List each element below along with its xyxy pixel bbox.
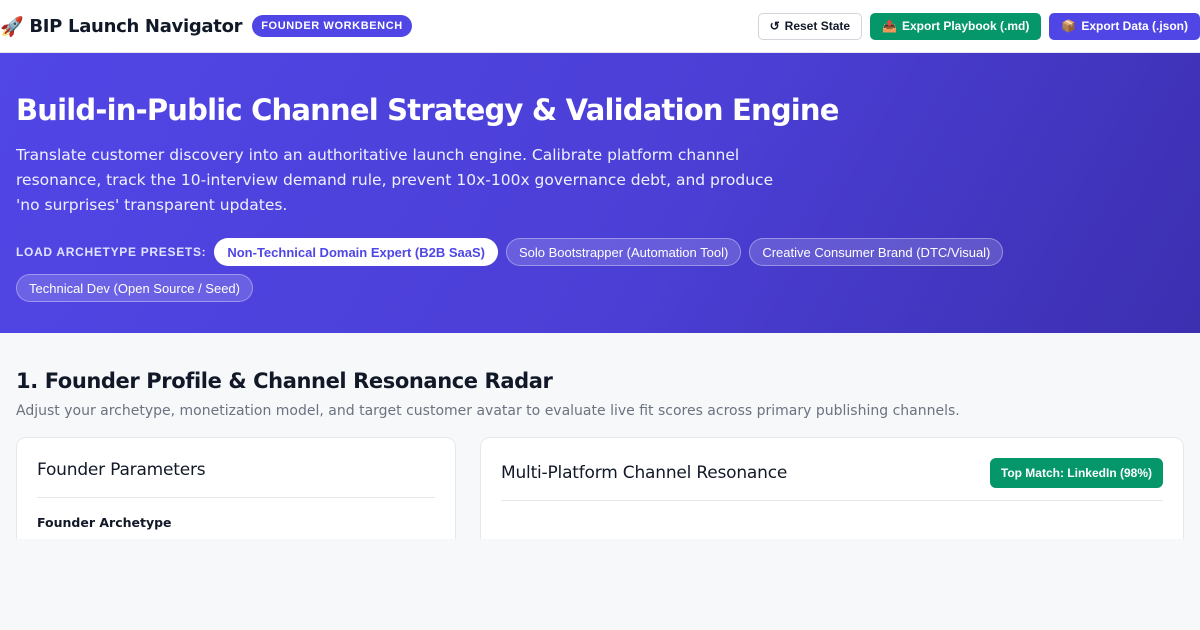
founder-parameters-title: Founder Parameters — [37, 460, 435, 498]
reset-icon: ↺ — [769, 19, 780, 33]
hero-title: Build-in-Public Channel Strategy & Valid… — [16, 93, 839, 127]
preset-chip-solo-bootstrapper[interactable]: Solo Bootstrapper (Automation Tool) — [506, 238, 742, 266]
toolbar-actions: ↺ Reset State 📤 Export Playbook (.md) 📦 … — [757, 12, 1200, 40]
section-title: 1. Founder Profile & Channel Resonance R… — [16, 369, 553, 393]
workbench-badge: FOUNDER WORKBENCH — [252, 15, 412, 37]
preset-chip-technical-dev[interactable]: Technical Dev (Open Source / Seed) — [16, 274, 253, 302]
app-title: 🚀 BIP Launch Navigator — [0, 15, 243, 38]
top-match-badge: Top Match: LinkedIn (98%) — [989, 458, 1163, 488]
channel-resonance-header: Multi-Platform Channel Resonance Top Mat… — [501, 458, 1163, 501]
brand: 🚀 BIP Launch Navigator FOUNDER WORKBENCH — [0, 15, 412, 38]
viewport-cutoff — [0, 543, 1200, 630]
channel-resonance-card: Multi-Platform Channel Resonance Top Mat… — [480, 437, 1184, 539]
app-title-text: BIP Launch Navigator — [29, 15, 243, 37]
outbox-icon: 📤 — [882, 19, 897, 33]
founder-archetype-label: Founder Archetype — [37, 515, 172, 530]
founder-parameters-card: Founder Parameters Founder Archetype — [16, 437, 456, 539]
hero-description: Translate customer discovery into an aut… — [16, 146, 774, 214]
export-playbook-label: Export Playbook (.md) — [902, 19, 1030, 33]
channel-resonance-title: Multi-Platform Channel Resonance — [501, 463, 788, 483]
rocket-icon: 🚀 — [0, 15, 24, 38]
package-icon: 📦 — [1061, 19, 1077, 33]
export-data-label: Export Data (.json) — [1081, 19, 1188, 33]
section-subtitle: Adjust your archetype, monetization mode… — [16, 403, 960, 419]
preset-chip-creative-consumer-brand[interactable]: Creative Consumer Brand (DTC/Visual) — [749, 238, 1004, 266]
presets-label: LOAD ARCHETYPE PRESETS: — [16, 245, 207, 259]
export-data-button[interactable]: 📦 Export Data (.json) — [1049, 12, 1200, 40]
archetype-presets: LOAD ARCHETYPE PRESETS: Non-Technical Do… — [16, 238, 1016, 302]
reset-state-button[interactable]: ↺ Reset State — [757, 12, 863, 40]
reset-state-label: Reset State — [784, 19, 851, 33]
section-cards: Founder Parameters Founder Archetype Mul… — [16, 437, 1184, 539]
hero-banner: Build-in-Public Channel Strategy & Valid… — [0, 53, 1200, 333]
top-bar: 🚀 BIP Launch Navigator FOUNDER WORKBENCH… — [0, 0, 1200, 53]
export-playbook-button[interactable]: 📤 Export Playbook (.md) — [870, 12, 1042, 40]
founder-profile-section: 1. Founder Profile & Channel Resonance R… — [0, 333, 1200, 539]
preset-chip-non-technical-domain-expert[interactable]: Non-Technical Domain Expert (B2B SaaS) — [214, 238, 498, 266]
